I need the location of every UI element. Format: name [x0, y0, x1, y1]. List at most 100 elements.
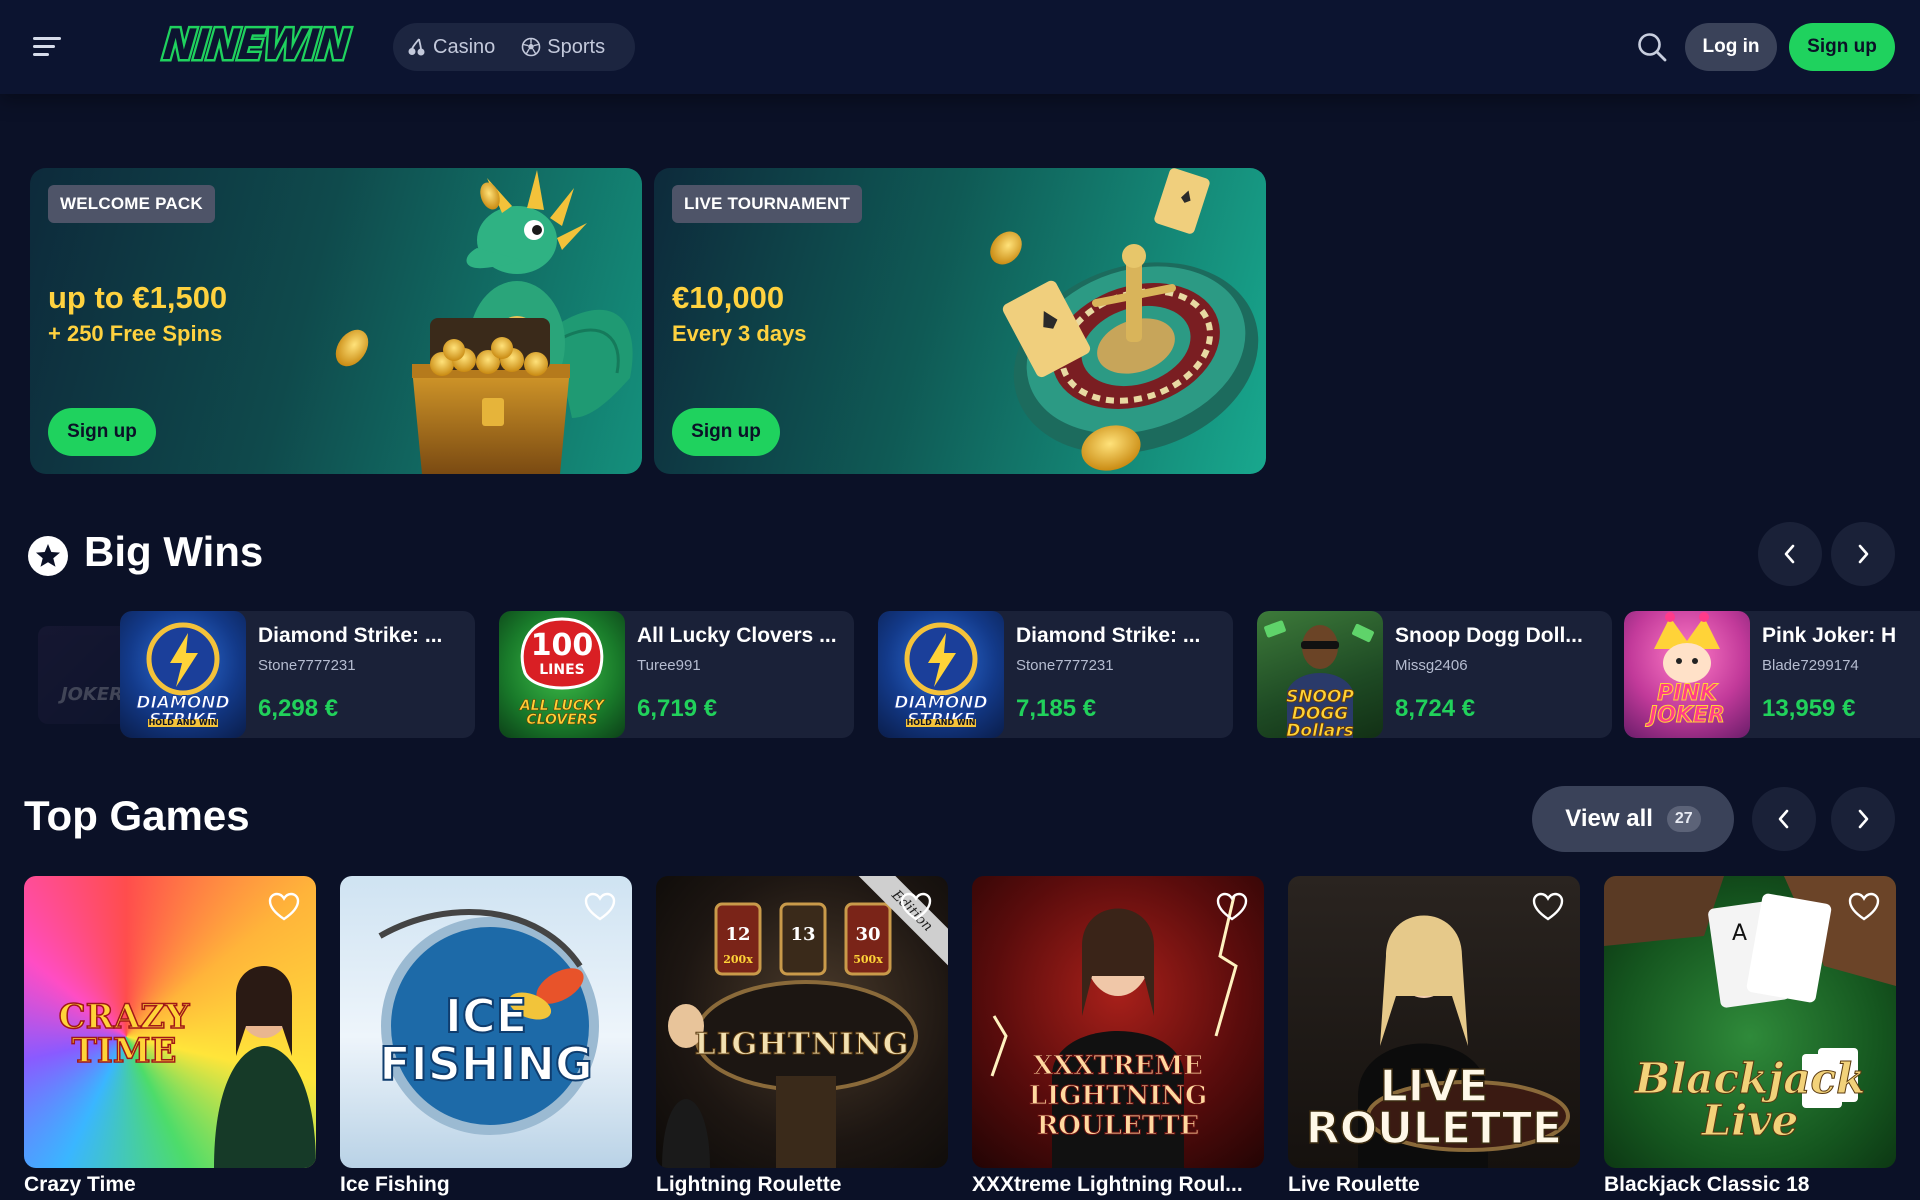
promo-signup-button[interactable]: Sign up: [48, 408, 156, 456]
big-win-card[interactable]: DIAMOND STRIKE HOLD AND WIN Diamond Stri…: [878, 611, 1233, 738]
promo-signup-button[interactable]: Sign up: [672, 408, 780, 456]
promo-amount: €10,000: [672, 280, 785, 315]
game-thumbnail-all-lucky-clovers: 100 LINES ALL LUCKY CLOVERS: [499, 611, 625, 738]
top-games-next-button[interactable]: [1831, 787, 1895, 851]
lightning-number: 12: [725, 924, 751, 945]
win-amount: 6,719 €: [637, 695, 718, 722]
thumb-title: SNOOP DOGG Dollars: [1286, 687, 1355, 738]
big-win-card[interactable]: DIAMOND STRIKE HOLD AND WIN Diamond Stri…: [120, 611, 475, 738]
big-wins-prev-button[interactable]: [1758, 522, 1822, 586]
win-game-name: All Lucky Clovers ...: [637, 624, 837, 647]
chevron-right-icon: [1858, 809, 1869, 829]
game-name: Lightning Roulette: [656, 1173, 842, 1196]
big-wins-carousel: JOKER DIAMOND STRIKE HOLD AND WIN Diamon…: [24, 611, 1920, 739]
top-games-title: Top Games: [24, 792, 250, 839]
game-tile-blackjack: A Blackjack Live: [1604, 876, 1896, 1168]
menu-icon[interactable]: [33, 37, 61, 57]
game-logo: LIGHTNING: [694, 1027, 910, 1062]
promo-amount: up to €1,500: [48, 280, 228, 315]
game-tile-lightning-roulette: 12 13 30 200x 500x LIGHTNING Edition: [656, 876, 948, 1168]
win-amount: 6,298 €: [258, 695, 339, 722]
login-button[interactable]: Log in: [1685, 23, 1777, 71]
game-tile-xxxtreme-lightning-roulette: XXXTREME LIGHTNING ROULETTE: [972, 876, 1264, 1168]
thumb-title: PINK JOKER: [1649, 681, 1726, 728]
logo[interactable]: NINEWIN: [144, 18, 368, 72]
win-amount: 13,959 €: [1762, 695, 1856, 722]
big-win-card[interactable]: PINK JOKER Pink Joker: H Blade7299174 13…: [1624, 611, 1920, 738]
game-name: XXXtreme Lightning Roul...: [972, 1173, 1243, 1196]
win-amount: 7,185 €: [1016, 695, 1097, 722]
promo-subtitle: + 250 Free Spins: [48, 321, 223, 346]
game-name: Ice Fishing: [340, 1173, 450, 1196]
game-name: Crazy Time: [24, 1173, 136, 1196]
win-game-name: Diamond Strike: ...: [258, 624, 443, 647]
game-tile-ice-fishing: ICE FISHING: [340, 876, 632, 1168]
soccer-ball-icon: [521, 37, 541, 57]
heart-icon[interactable]: [268, 892, 300, 922]
promo-subtitle: Every 3 days: [672, 321, 807, 346]
svg-text:A: A: [1732, 921, 1747, 946]
thumb-subtitle: HOLD AND WIN: [906, 718, 976, 727]
cherry-icon: [408, 38, 425, 56]
big-win-card[interactable]: SNOOP DOGG Dollars Snoop Dogg Doll... Mi…: [1257, 611, 1612, 738]
heart-icon[interactable]: [1216, 892, 1248, 922]
top-games-carousel: CRAZY TIME Crazy Time ICE FISHING Ice Fi…: [24, 876, 1920, 1200]
game-logo: LIVE ROULETTE: [1305, 1061, 1563, 1154]
win-username: Stone7777231: [1016, 657, 1114, 674]
chevron-left-icon: [1784, 544, 1795, 564]
signup-button[interactable]: Sign up: [1789, 23, 1895, 71]
promo-welcome-pack[interactable]: WELCOME PACK up to €1,500 + 250 Free Spi…: [30, 168, 642, 474]
game-logo: ICE FISHING: [378, 989, 594, 1092]
heart-icon[interactable]: [584, 892, 616, 922]
win-username: Stone7777231: [258, 657, 356, 674]
win-username: Missg2406: [1395, 657, 1468, 674]
roulette-illustration: [990, 168, 1259, 471]
heart-icon[interactable]: [1532, 892, 1564, 922]
thumb-lines: LINES: [539, 662, 585, 678]
win-username: Turee991: [637, 657, 701, 674]
thumb-number: 100: [530, 628, 594, 663]
game-thumbnail-snoop-dogg-dollars: SNOOP DOGG Dollars: [1257, 611, 1383, 738]
star-badge-icon: [28, 536, 68, 576]
nav-casino-label: Casino: [433, 35, 496, 58]
game-name: Live Roulette: [1288, 1173, 1420, 1196]
win-game-name: Diamond Strike: ...: [1016, 624, 1201, 647]
game-logo: Blackjack Live: [1634, 1054, 1866, 1145]
nav-sports-label: Sports: [547, 35, 606, 58]
view-all-label: View all: [1565, 805, 1653, 832]
thumb-title: ALL LUCKY CLOVERS: [519, 698, 605, 728]
heart-icon[interactable]: [1848, 892, 1880, 922]
big-win-card[interactable]: 100 LINES ALL LUCKY CLOVERS All Lucky Cl…: [499, 611, 854, 738]
top-games-prev-button[interactable]: [1752, 787, 1816, 851]
nav-casino[interactable]: Casino: [393, 23, 507, 71]
win-game-name: Pink Joker: H: [1762, 624, 1897, 647]
view-all-count-badge: 27: [1666, 806, 1701, 832]
game-thumbnail-diamond-strike: DIAMOND STRIKE HOLD AND WIN: [120, 611, 246, 738]
thumb-subtitle: HOLD AND WIN: [148, 718, 218, 727]
game-thumbnail-diamond-strike: DIAMOND STRIKE HOLD AND WIN: [878, 611, 1004, 738]
lightning-number: 13: [790, 924, 816, 945]
chevron-right-icon: [1858, 544, 1869, 564]
promo-badge: WELCOME PACK: [48, 185, 215, 223]
top-header: NINEWIN Casino Sports Log in Sign up: [0, 0, 1920, 94]
win-username: Blade7299174: [1762, 657, 1859, 674]
heart-icon[interactable]: [900, 892, 932, 922]
game-thumbnail-pink-joker: PINK JOKER: [1624, 611, 1750, 738]
nav-sports[interactable]: Sports: [507, 23, 617, 71]
big-wins-title: Big Wins: [84, 528, 264, 575]
game-tile-live-roulette: LIVE ROULETTE: [1288, 876, 1580, 1168]
win-game-name: Snoop Dogg Doll...: [1395, 624, 1583, 647]
dragon-treasure-illustration: [335, 170, 633, 474]
view-all-button[interactable]: View all 27: [1532, 786, 1734, 852]
main-nav: Casino Sports: [393, 23, 635, 71]
game-tile-crazy-time: CRAZY TIME: [24, 876, 316, 1168]
search-icon[interactable]: [1636, 31, 1668, 63]
game-logo: XXXTREME LIGHTNING ROULETTE: [1028, 1051, 1208, 1142]
win-amount: 8,724 €: [1395, 695, 1476, 722]
lightning-number: 30: [855, 924, 881, 945]
game-logo: CRAZY TIME: [58, 997, 190, 1071]
lightning-multiplier: 500x: [853, 953, 883, 966]
big-wins-next-button[interactable]: [1831, 522, 1895, 586]
promo-live-tournament[interactable]: LIVE TOURNAMENT €10,000 Every 3 days Sig…: [654, 168, 1266, 474]
promo-badge: LIVE TOURNAMENT: [672, 185, 863, 223]
